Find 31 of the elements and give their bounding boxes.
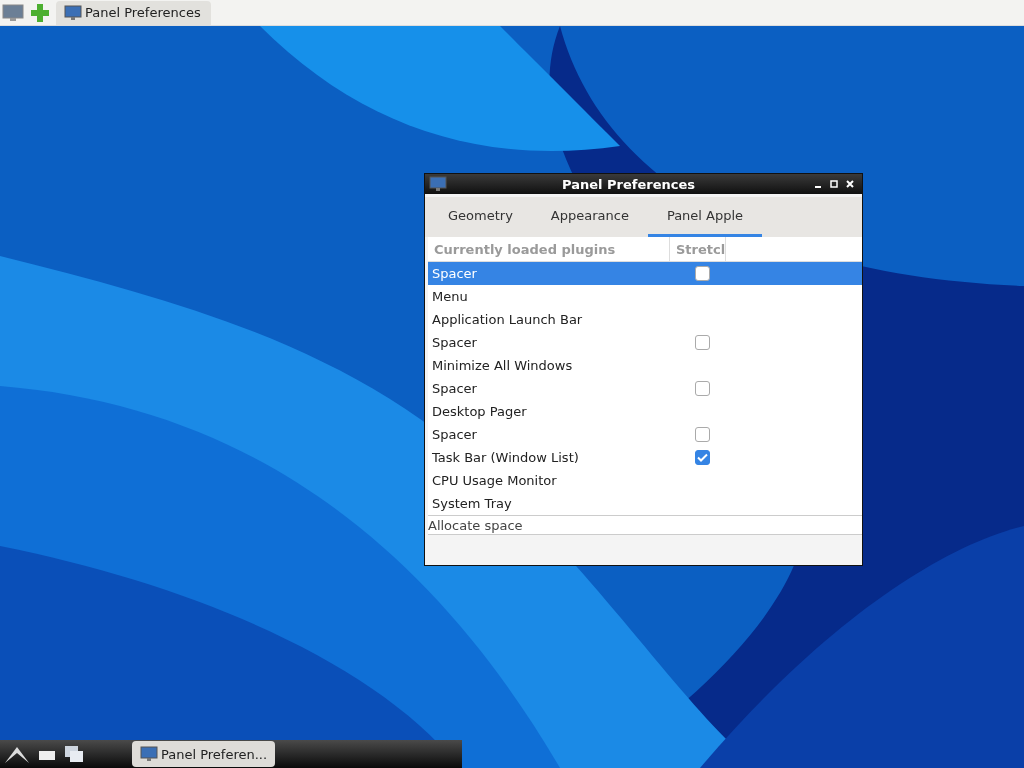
plugin-name: Spacer <box>431 427 478 442</box>
plus-icon[interactable] <box>30 2 50 23</box>
tab[interactable]: Geometry <box>429 197 532 237</box>
monitor-icon[interactable] <box>2 2 24 23</box>
status-text: Allocate space <box>428 515 862 535</box>
plugin-name: Spacer <box>431 381 478 396</box>
stretch-checkbox[interactable] <box>694 381 710 396</box>
plugin-name: CPU Usage Monitor <box>431 473 558 488</box>
plugin-name: Task Bar (Window List) <box>431 450 580 465</box>
plugin-name: Spacer <box>431 335 478 350</box>
task-button[interactable]: Panel Preferences <box>56 0 211 25</box>
monitor-icon <box>429 176 447 192</box>
stretch-checkbox[interactable] <box>694 427 710 442</box>
stretch-checkbox[interactable] <box>694 335 710 350</box>
plugin-name: Minimize All Windows <box>431 358 574 373</box>
windows-icon[interactable] <box>64 745 84 763</box>
plugin-name: System Tray <box>431 496 513 511</box>
stretch-checkbox[interactable] <box>694 450 710 465</box>
window-title: Panel Preferences <box>561 176 696 192</box>
monitor-icon <box>140 746 158 762</box>
plugin-name: Menu <box>431 289 469 304</box>
monitor-icon <box>64 4 82 21</box>
tab[interactable]: Appearance <box>531 197 648 237</box>
plugin-name: Desktop Pager <box>431 404 528 419</box>
stretch-checkbox[interactable] <box>694 266 710 281</box>
task-button[interactable]: Panel Preferen... <box>132 741 276 767</box>
plugin-name: Application Launch Bar <box>431 312 584 327</box>
table-row[interactable]: Spacer <box>428 262 862 285</box>
plugin-name: Spacer <box>431 266 478 281</box>
maximize-icon[interactable] <box>830 180 838 188</box>
close-icon[interactable] <box>846 180 854 188</box>
